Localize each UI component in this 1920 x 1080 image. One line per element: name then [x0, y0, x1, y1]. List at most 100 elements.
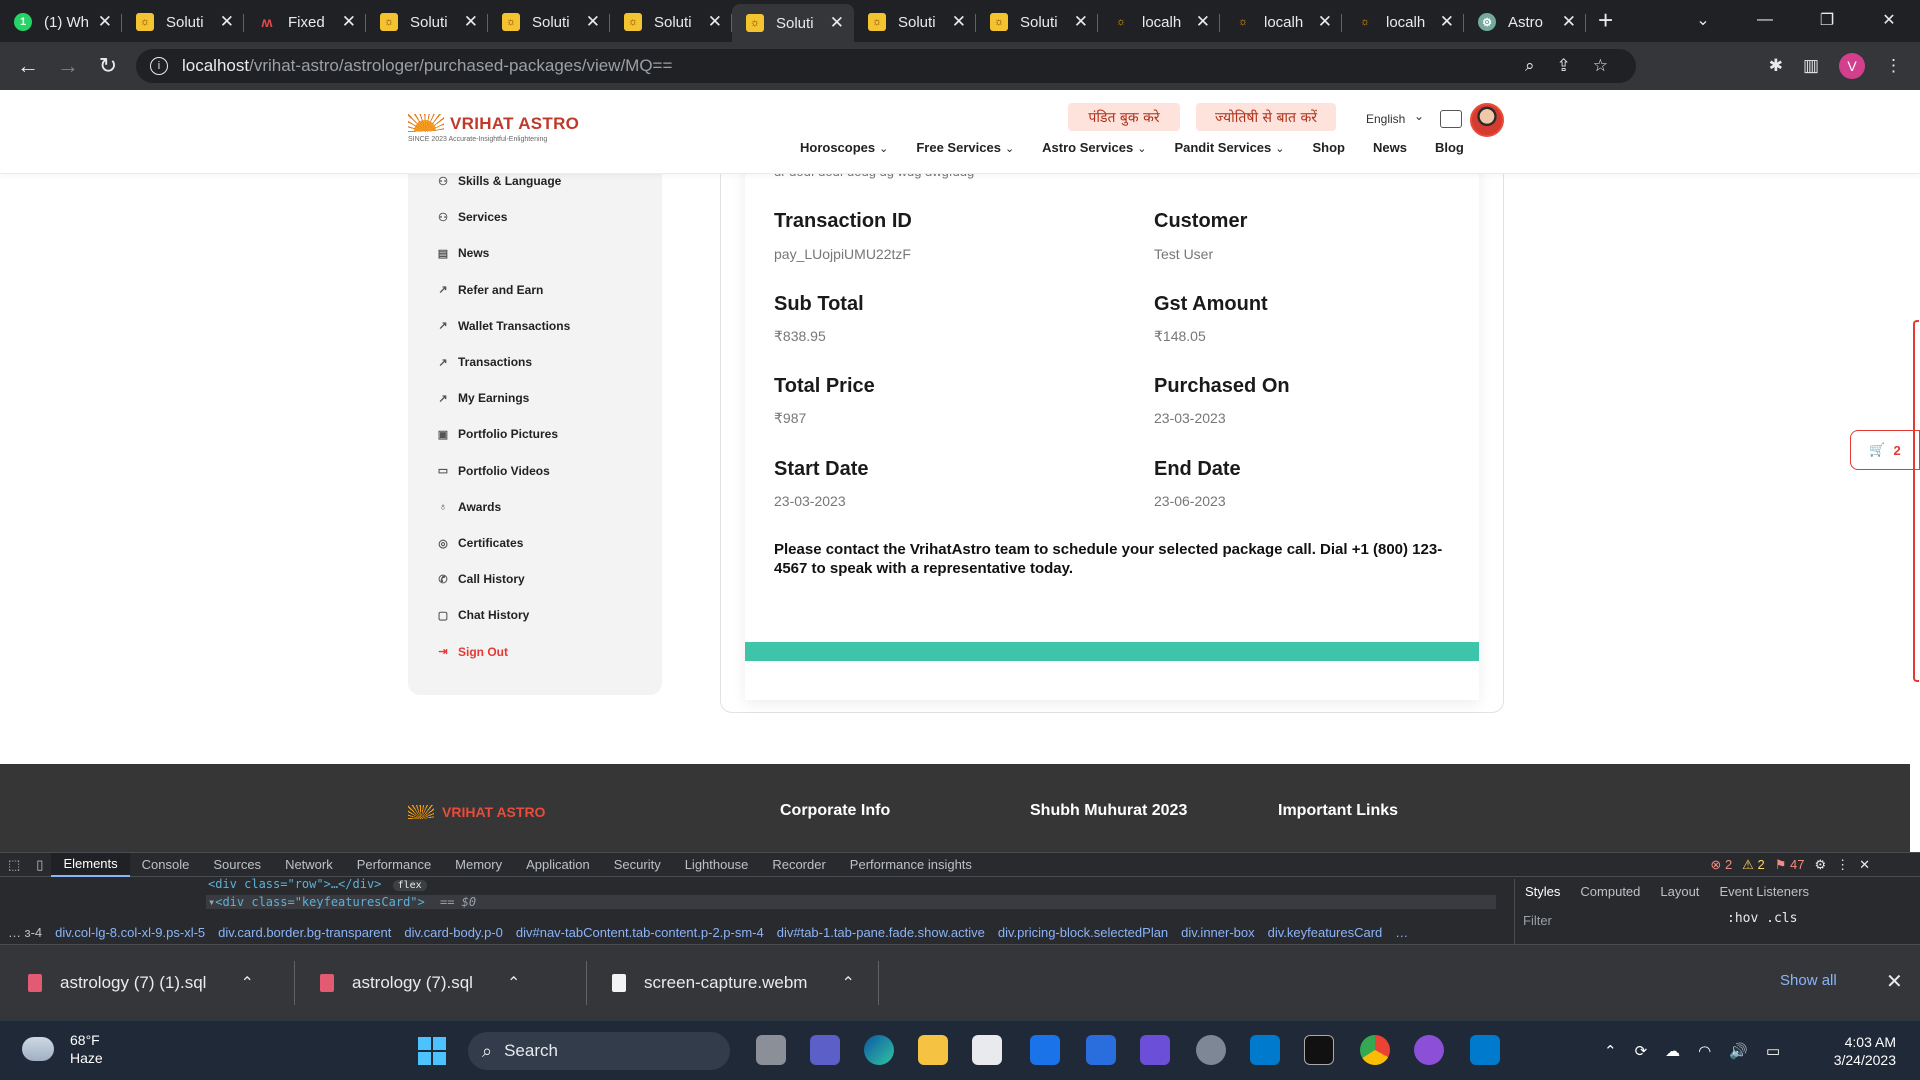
- site-logo[interactable]: VRIHAT ASTRO SINCE 2023 Accurate-Insight…: [408, 114, 579, 143]
- close-tab-icon[interactable]: ✕: [464, 12, 478, 32]
- close-tab-icon[interactable]: ✕: [1074, 12, 1088, 32]
- flex-badge[interactable]: flex: [392, 880, 427, 891]
- sidebar-item-portfolio-videos[interactable]: ▭ Portfolio Videos: [436, 464, 550, 478]
- vscode-icon[interactable]: [1250, 1035, 1280, 1065]
- inspect-icon[interactable]: ⬚: [0, 857, 28, 873]
- error-count[interactable]: ⊗ 2: [1710, 857, 1732, 873]
- site-info-icon[interactable]: i: [150, 57, 168, 75]
- close-tab-icon[interactable]: ✕: [1562, 12, 1576, 32]
- teams-icon[interactable]: [810, 1035, 840, 1065]
- download-item-sql-1[interactable]: astrology (7) (1).sql ⌃: [28, 945, 254, 1021]
- dom-breadcrumb[interactable]: div.keyfeaturesCard: [1268, 925, 1383, 940]
- browser-tab[interactable]: 1 (1) Wh ✕: [0, 4, 122, 40]
- zoom-icon[interactable]: ⌕: [1525, 56, 1535, 76]
- warning-count[interactable]: ⚠ 2: [1742, 857, 1765, 873]
- close-tab-icon[interactable]: ✕: [830, 13, 844, 33]
- issues-count[interactable]: ⚑ 47: [1775, 857, 1805, 873]
- sidebar-item-news[interactable]: ▤ News: [436, 246, 490, 260]
- close-tab-icon[interactable]: ✕: [586, 12, 600, 32]
- browser-tab[interactable]: ⚙ Astro ✕: [1464, 4, 1586, 40]
- github-desktop-icon[interactable]: [1414, 1035, 1444, 1065]
- sidebar-item-services[interactable]: ⚇ Services: [436, 210, 507, 224]
- footer-logo[interactable]: VRIHAT ASTRO: [408, 804, 545, 820]
- user-avatar[interactable]: [1470, 103, 1504, 137]
- floating-cart-button[interactable]: 🛒 2: [1850, 430, 1920, 470]
- nav-free-services[interactable]: Free Services ⌄: [916, 140, 1014, 155]
- nav-pandit-services[interactable]: Pandit Services ⌄: [1174, 140, 1284, 155]
- browser-tab[interactable]: ☼ Soluti ✕: [366, 4, 488, 40]
- volume-icon[interactable]: 🔊: [1729, 1042, 1748, 1060]
- browser-tab[interactable]: ☼ Soluti ✕: [610, 4, 732, 40]
- book-pandit-button[interactable]: पंडित बुक करे: [1068, 103, 1180, 131]
- hov-cls-toggle[interactable]: :hov .cls: [1727, 911, 1797, 926]
- nav-horoscopes[interactable]: Horoscopes ⌄: [800, 140, 888, 155]
- chrome-icon[interactable]: [1360, 1035, 1390, 1065]
- devtools-tab-network[interactable]: Network: [273, 857, 345, 872]
- windows-start-icon[interactable]: [418, 1037, 446, 1065]
- sidebar-item-chat-history[interactable]: ▢ Chat History: [436, 608, 530, 622]
- browser-tab[interactable]: ☼ localh ✕: [1220, 4, 1342, 40]
- download-item-sql-2[interactable]: astrology (7).sql ⌃: [320, 945, 520, 1021]
- wifi-icon[interactable]: ◠: [1698, 1042, 1711, 1060]
- close-tab-icon[interactable]: ✕: [1196, 12, 1210, 32]
- dom-line-selected[interactable]: ▾<div class="keyfeaturesCard"> == $0: [206, 895, 1496, 909]
- power-automate-icon[interactable]: [1140, 1035, 1170, 1065]
- chevron-up-icon[interactable]: ⌃: [507, 973, 520, 993]
- vscode-icon[interactable]: [1470, 1035, 1500, 1065]
- task-view-icon[interactable]: [756, 1035, 786, 1065]
- sidebar-item-my-earnings[interactable]: ↗ My Earnings: [436, 391, 529, 405]
- close-window-button[interactable]: ✕: [1858, 10, 1920, 30]
- close-tab-icon[interactable]: ✕: [1318, 12, 1332, 32]
- edge-icon[interactable]: [864, 1035, 894, 1065]
- talk-astrologer-button[interactable]: ज्योतिषी से बात करें: [1196, 103, 1336, 131]
- browser-menu-icon[interactable]: ⋮: [1885, 56, 1902, 76]
- browser-tab[interactable]: ☼ localh ✕: [1342, 4, 1464, 40]
- browser-tab[interactable]: ☼ Soluti ✕: [854, 4, 976, 40]
- nav-shop[interactable]: Shop: [1312, 140, 1345, 155]
- wallet-icon[interactable]: [1440, 110, 1462, 128]
- dom-breadcrumb[interactable]: div.pricing-block.selectedPlan: [998, 925, 1168, 940]
- dom-breadcrumb[interactable]: … ɜ-4: [8, 925, 42, 940]
- close-tab-icon[interactable]: ✕: [1440, 12, 1454, 32]
- profile-avatar[interactable]: V: [1839, 53, 1865, 79]
- styles-tab-layout[interactable]: Layout: [1650, 884, 1709, 899]
- download-item-webm[interactable]: screen-capture.webm ⌃: [612, 945, 855, 1021]
- browser-tab[interactable]: ☼ localh ✕: [1098, 4, 1220, 40]
- chevron-up-icon[interactable]: ⌃: [841, 973, 854, 993]
- styles-tab-computed[interactable]: Computed: [1570, 884, 1650, 899]
- close-tab-icon[interactable]: ✕: [952, 12, 966, 32]
- new-tab-button[interactable]: +: [1598, 5, 1613, 36]
- back-button[interactable]: ←: [8, 53, 48, 79]
- taskbar-search[interactable]: ⌕ Search: [468, 1032, 730, 1070]
- browser-tab[interactable]: ☼ Soluti ✕: [732, 4, 854, 42]
- device-toggle-icon[interactable]: ▯: [28, 857, 51, 873]
- dom-breadcrumb[interactable]: div.card.border.bg-transparent: [218, 925, 391, 940]
- devtools-tab-sources[interactable]: Sources: [201, 857, 273, 872]
- nav-news[interactable]: News: [1373, 140, 1407, 155]
- nav-astro-services[interactable]: Astro Services ⌄: [1042, 140, 1146, 155]
- styles-tab-event-listeners[interactable]: Event Listeners: [1709, 884, 1819, 899]
- devtools-menu-icon[interactable]: ⋮: [1836, 857, 1849, 873]
- forward-button[interactable]: →: [48, 53, 88, 79]
- extensions-icon[interactable]: ✱: [1769, 56, 1783, 76]
- devtools-tab-lighthouse[interactable]: Lighthouse: [673, 857, 761, 872]
- browser-tab[interactable]: ʍ Fixed ✕: [244, 4, 366, 40]
- file-explorer-icon[interactable]: [918, 1035, 948, 1065]
- settings-icon[interactable]: [1196, 1035, 1226, 1065]
- terminal-icon[interactable]: [1304, 1035, 1334, 1065]
- sidebar-item-call-history[interactable]: ✆ Call History: [436, 572, 524, 586]
- store-icon[interactable]: [972, 1035, 1002, 1065]
- sidebar-item-portfolio-pictures[interactable]: ▣ Portfolio Pictures: [436, 427, 558, 441]
- onedrive-icon[interactable]: ☁: [1665, 1042, 1680, 1060]
- dom-breadcrumb[interactable]: div.inner-box: [1181, 925, 1254, 940]
- address-bar[interactable]: i localhost/vrihat-astro/astrologer/purc…: [136, 49, 1636, 83]
- styles-filter-input[interactable]: Filter: [1523, 913, 1552, 928]
- devtools-tab-elements[interactable]: Elements: [51, 852, 130, 877]
- sidebar-item-skills-language[interactable]: ⚇ Skills & Language: [436, 174, 561, 188]
- dom-breadcrumb[interactable]: div.card-body.p-0: [404, 925, 503, 940]
- devtools-tab-performance-insights[interactable]: Performance insights: [838, 857, 984, 872]
- reload-button[interactable]: ↻: [88, 53, 128, 79]
- sync-icon[interactable]: ⟳: [1635, 1042, 1648, 1060]
- show-all-downloads-link[interactable]: Show all: [1780, 972, 1837, 989]
- restore-button[interactable]: ❐: [1796, 10, 1858, 30]
